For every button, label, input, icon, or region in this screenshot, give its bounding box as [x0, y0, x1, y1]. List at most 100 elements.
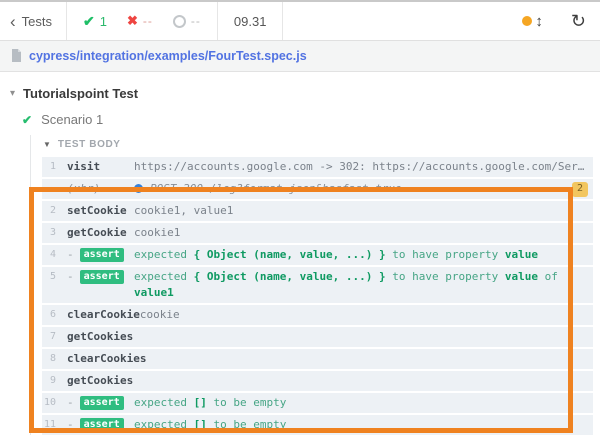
assert-message-segment: value — [505, 270, 538, 283]
command-row-clearcookies[interactable]: 8 clearCookies — [42, 349, 593, 369]
command-row-assert[interactable]: 5 - assert expected { Object (name, valu… — [42, 267, 593, 303]
command-number: 2 — [42, 203, 56, 219]
command-message: https://accounts.google.com -> 302: http… — [134, 159, 593, 175]
runner-header: ‹ Tests ✔ 1 ✖ -- -- 09.31 ↕ ↻ — [0, 0, 600, 41]
command-number: 10 — [42, 395, 56, 411]
suite-collapse-caret-icon: ▾ — [10, 88, 15, 99]
assert-badge-cell: - assert — [67, 395, 134, 411]
failed-stat[interactable]: ✖ -- — [127, 13, 153, 29]
assert-message-segment: to be empty — [207, 418, 286, 431]
command-message: cookie1, value1 — [134, 203, 593, 219]
command-name: getCookies — [67, 373, 134, 389]
command-name: setCookie — [67, 203, 134, 219]
section-collapse-caret-icon: ▼ — [43, 140, 51, 149]
section-label: TEST BODY — [58, 139, 121, 150]
command-row-clearcookie[interactable]: 6 clearCookie cookie — [42, 305, 593, 325]
command-name: visit — [67, 159, 134, 175]
assert-dash: - — [67, 395, 74, 411]
command-number: 3 — [42, 225, 56, 241]
command-row-xhr[interactable]: ▸ (xhr) POST 200 /log?format=json&hasfas… — [42, 179, 593, 199]
assert-message-segment: value1 — [134, 286, 174, 299]
back-chevron-icon: ‹ — [10, 13, 16, 30]
spec-file-icon — [11, 49, 22, 63]
assert-badge: assert — [80, 248, 124, 262]
test-body: ▼ TEST BODY 1 visit https://accounts.goo… — [30, 135, 593, 435]
auto-scroll-toggle[interactable]: ↕ — [516, 2, 549, 40]
command-number: 6 — [42, 307, 56, 323]
test-header[interactable]: ✔ Scenario 1 — [0, 101, 600, 127]
assert-message-segment: { Object (name, value, ...) } — [194, 248, 386, 261]
assert-badge-cell: - assert — [67, 247, 134, 263]
assert-message-segment: value — [505, 248, 538, 261]
assert-message: expected [] to be empty — [134, 395, 593, 411]
pending-count: -- — [191, 14, 201, 28]
passed-count: 1 — [100, 14, 107, 29]
assert-message-segment: expected — [134, 270, 194, 283]
command-number: 9 — [42, 373, 56, 389]
assert-message-segment: { Object (name, value, ...) } — [194, 270, 386, 283]
command-name: (xhr) — [67, 181, 134, 197]
auto-scroll-dot-icon — [522, 16, 532, 26]
spec-bar: cypress/integration/examples/FourTest.sp… — [0, 41, 600, 72]
xhr-status-dot-icon — [134, 184, 143, 193]
duplicate-count-badge: 2 — [572, 182, 588, 197]
xhr-request-text: POST 200 /log?format=json&hasfast=true — [150, 182, 402, 195]
command-row-assert[interactable]: 10 - assert expected [] to be empty — [42, 393, 593, 413]
assert-badge: assert — [80, 418, 124, 432]
assert-message-segment: expected — [134, 418, 194, 431]
command-name: clearCookie — [67, 307, 140, 323]
pending-circle-icon — [173, 15, 186, 28]
command-row-setcookie[interactable]: 2 setCookie cookie1, value1 — [42, 201, 593, 221]
run-duration: 09.31 — [218, 2, 283, 40]
assert-message-segment: [] — [194, 396, 207, 409]
assert-message: expected { Object (name, value, ...) } t… — [134, 269, 593, 301]
assert-message-segment: of — [538, 270, 558, 283]
assert-badge: assert — [80, 270, 124, 284]
assert-dash: - — [67, 417, 74, 433]
command-row-getcookie[interactable]: 3 getCookie cookie1 — [42, 223, 593, 243]
command-log: 1 visit https://accounts.google.com -> 3… — [42, 157, 593, 435]
back-label: Tests — [22, 14, 52, 29]
command-message: POST 200 /log?format=json&hasfast=true — [134, 181, 593, 197]
passed-stat[interactable]: ✔ 1 — [83, 13, 107, 30]
assert-badge-cell: - assert — [67, 269, 134, 285]
failed-x-icon: ✖ — [127, 13, 138, 29]
assert-message-segment: expected — [134, 248, 194, 261]
command-number: 7 — [42, 329, 56, 345]
test-body-section-header[interactable]: ▼ TEST BODY — [42, 135, 593, 157]
assert-message-segment: to have property — [386, 270, 505, 283]
command-number: 11 — [42, 417, 56, 433]
command-number: 1 — [42, 159, 56, 175]
assert-message: expected [] to be empty — [134, 417, 593, 433]
command-name: getCookies — [67, 329, 134, 345]
expand-caret-icon[interactable]: ▸ — [42, 181, 56, 197]
assert-message-segment: [] — [194, 418, 207, 431]
command-number: 5 — [42, 269, 56, 285]
assert-dash: - — [67, 247, 74, 263]
suite-header[interactable]: ▾ Tutorialspoint Test — [0, 72, 600, 101]
command-row-getcookies[interactable]: 7 getCookies — [42, 327, 593, 347]
command-row-visit[interactable]: 1 visit https://accounts.google.com -> 3… — [42, 157, 593, 177]
command-number: 8 — [42, 351, 56, 367]
command-name: clearCookies — [67, 351, 146, 367]
command-row-assert[interactable]: 11 - assert expected [] to be empty — [42, 415, 593, 435]
assert-badge: assert — [80, 396, 124, 410]
command-message: cookie1 — [134, 225, 593, 241]
spec-path-link[interactable]: cypress/integration/examples/FourTest.sp… — [29, 49, 307, 63]
refresh-icon: ↻ — [571, 11, 586, 32]
command-name: getCookie — [67, 225, 134, 241]
command-row-getcookies[interactable]: 9 getCookies — [42, 371, 593, 391]
command-row-assert[interactable]: 4 - assert expected { Object (name, valu… — [42, 245, 593, 265]
assert-message-segment: to be empty — [207, 396, 286, 409]
assert-dash: - — [67, 269, 74, 285]
command-message: cookie — [140, 307, 593, 323]
assert-message: expected { Object (name, value, ...) } t… — [134, 247, 593, 263]
scroll-updown-icon: ↕ — [535, 13, 543, 30]
pending-stat[interactable]: -- — [173, 14, 201, 28]
back-to-tests-button[interactable]: ‹ Tests — [0, 2, 66, 40]
suite-title: Tutorialspoint Test — [23, 86, 138, 101]
test-name: Scenario 1 — [41, 112, 103, 127]
test-passed-check-icon: ✔ — [22, 113, 32, 127]
rerun-tests-button[interactable]: ↻ — [549, 2, 600, 40]
assert-badge-cell: - assert — [67, 417, 134, 433]
